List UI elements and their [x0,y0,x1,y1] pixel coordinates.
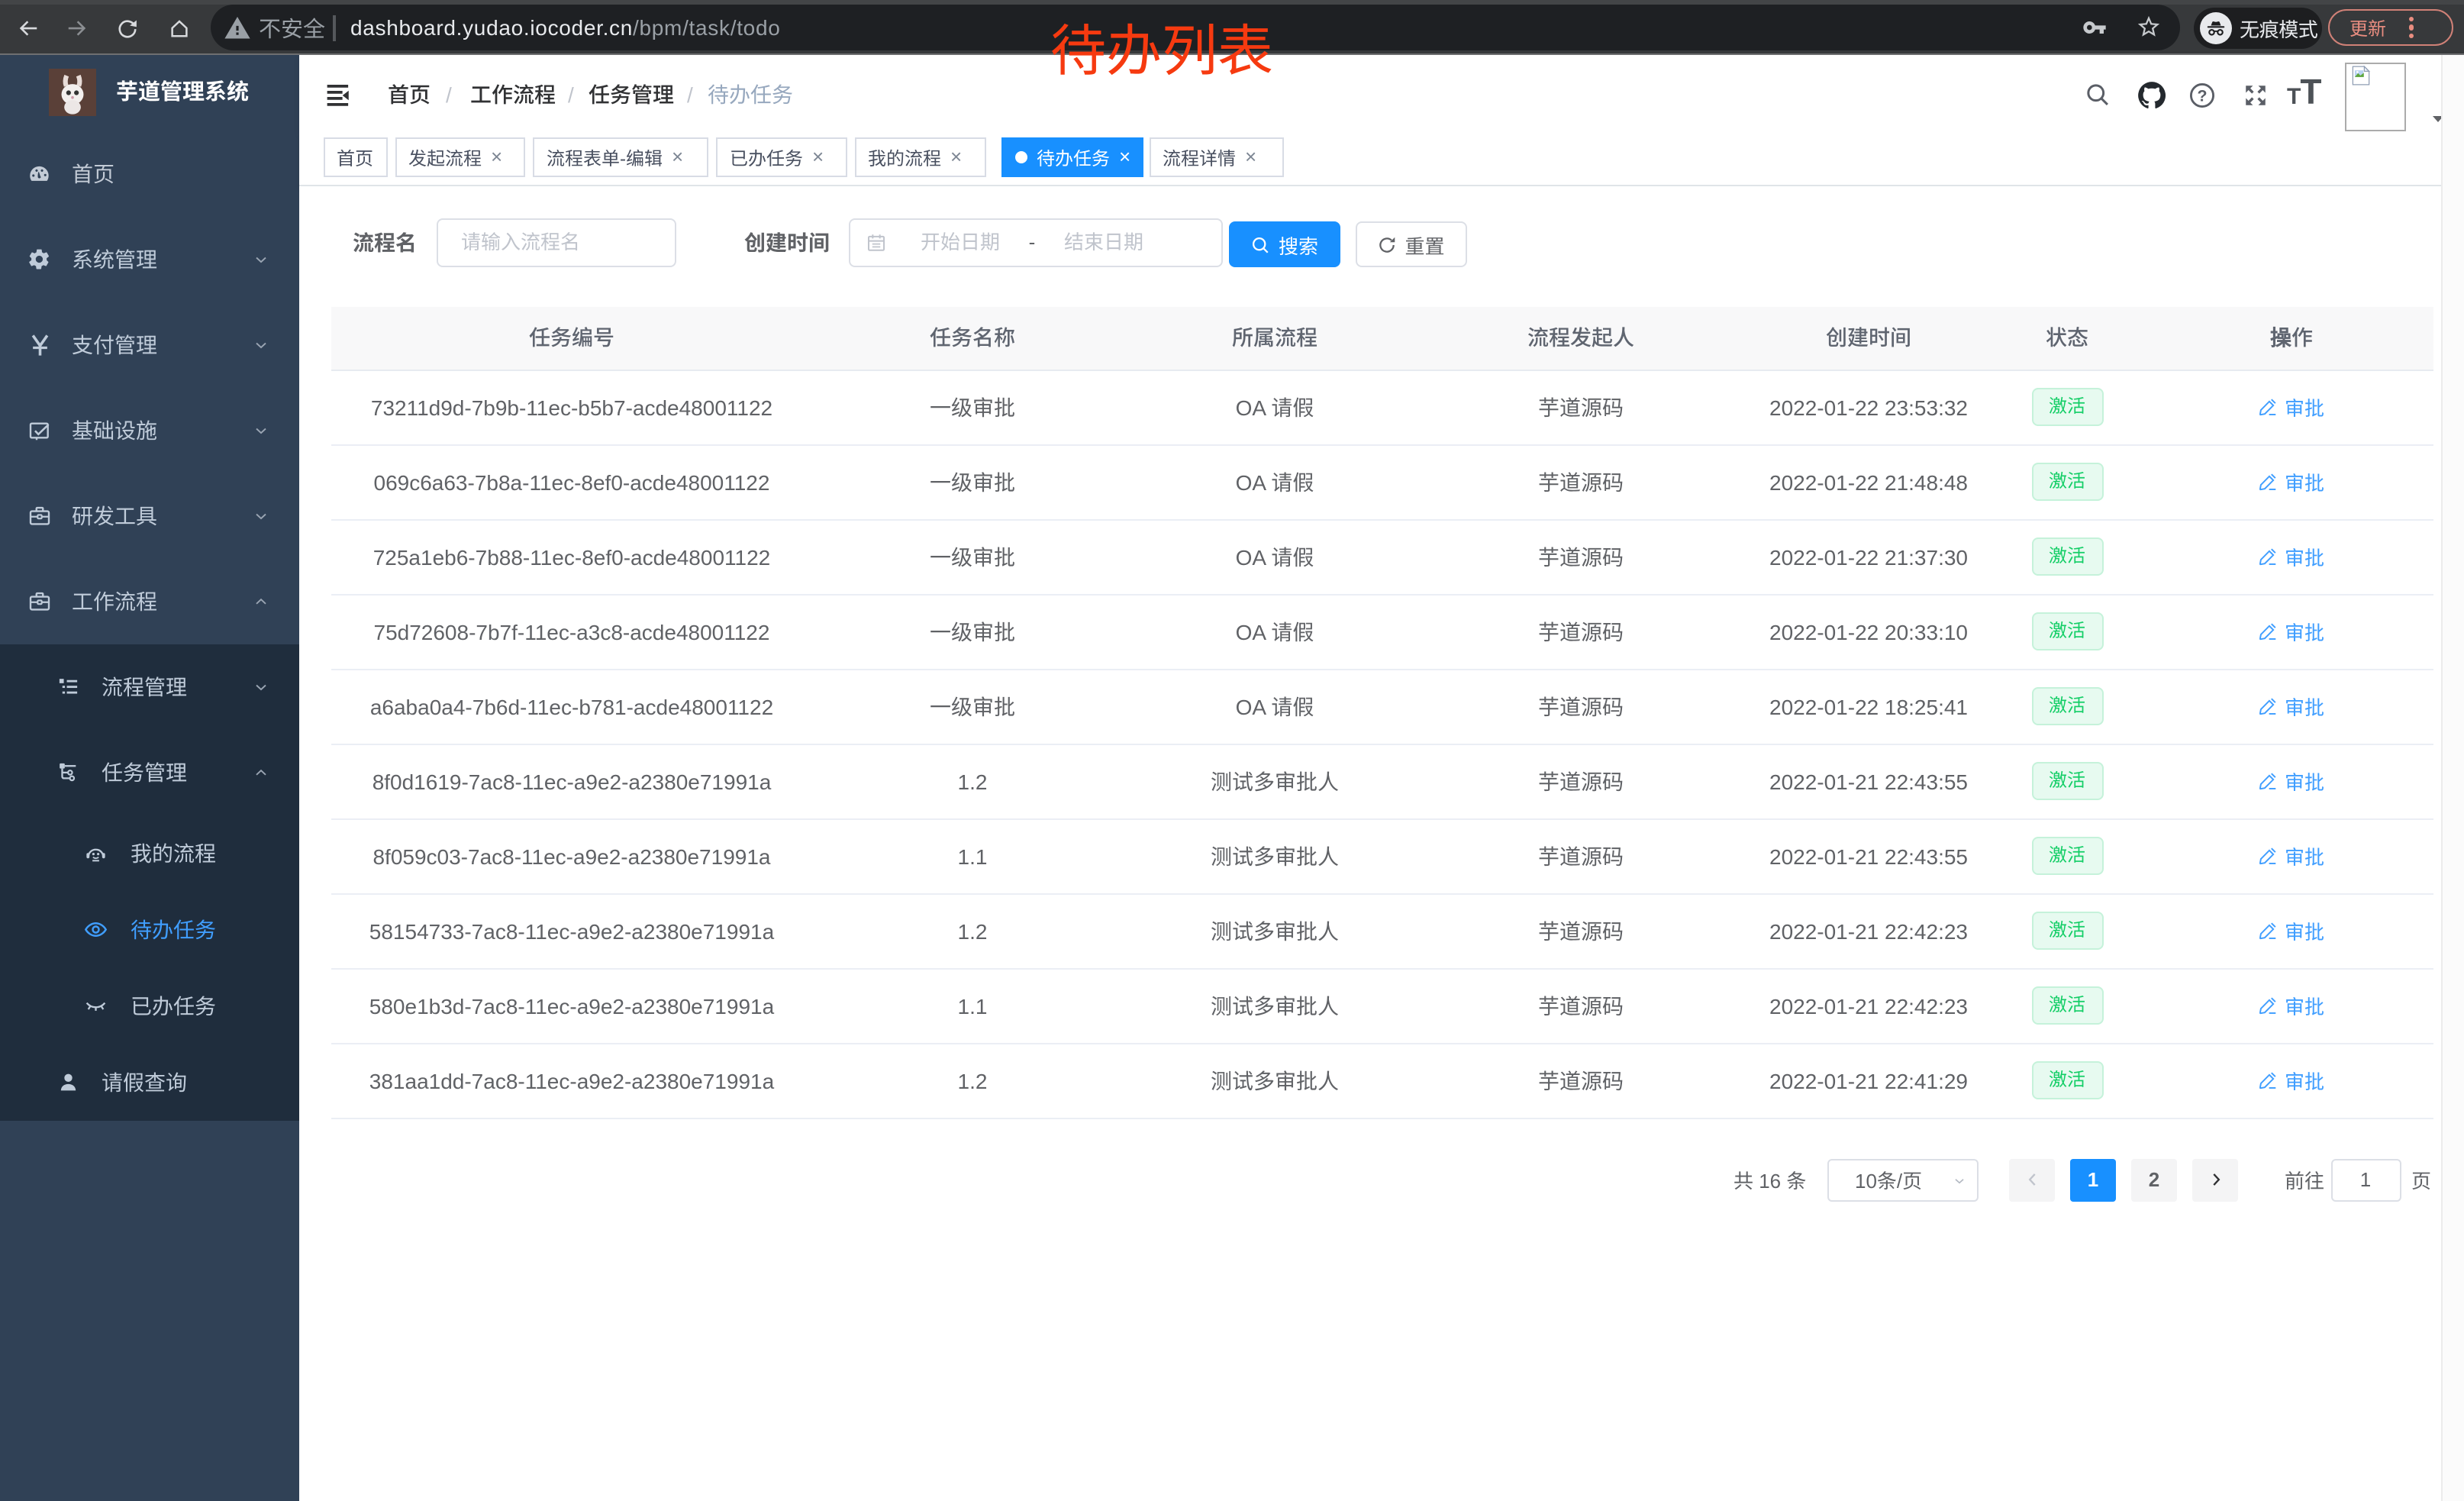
svg-text:?: ? [2197,86,2207,105]
